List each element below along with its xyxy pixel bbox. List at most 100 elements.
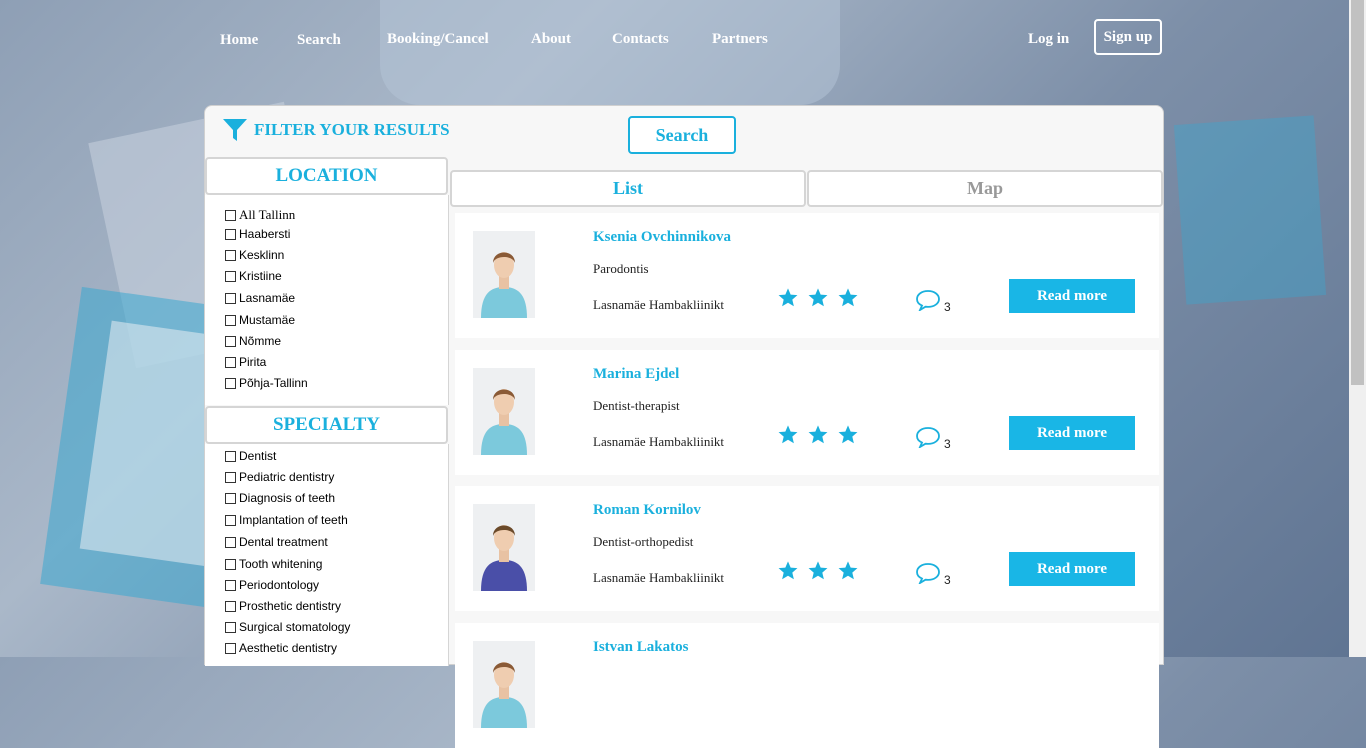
doctor-card: Roman Kornilov Dentist-orthopedist Lasnamä… (455, 486, 1159, 611)
location-checkbox[interactable] (225, 356, 236, 368)
comment-icon (915, 562, 941, 587)
location-option-label: Kesklinn (239, 248, 285, 262)
background-doctor-arms (380, 0, 840, 105)
specialty-list: Dentist Pediatric dentistry Diagnosis of t… (205, 444, 449, 666)
specialty-option-label: Aesthetic dentistry (239, 641, 338, 655)
specialty-option[interactable]: Pediatric dentistry (225, 470, 334, 484)
star-icon (837, 287, 859, 314)
star-icon (807, 424, 829, 451)
comment-icon (915, 426, 941, 451)
location-list: All Tallinn Haabersti Kesklinn Kristiine Las… (205, 195, 449, 405)
doctor-specialty: Dentist-therapist (593, 398, 680, 413)
location-checkbox[interactable] (225, 270, 236, 282)
location-option[interactable]: Mustamäe (225, 313, 295, 327)
doctor-photo (473, 231, 535, 318)
location-checkbox[interactable] (225, 314, 236, 326)
specialty-option-label: Tooth whitening (239, 557, 323, 571)
rating-stars (777, 560, 859, 587)
specialty-option[interactable]: Dentist (225, 449, 276, 463)
specialty-checkbox[interactable] (225, 600, 236, 612)
location-option-label: Lasnamäe (239, 291, 296, 305)
specialty-option[interactable]: Implantation of teeth (225, 513, 348, 527)
specialty-option[interactable]: Periodontology (225, 578, 319, 592)
location-option[interactable]: Põhja-Tallinn (225, 376, 308, 390)
background-right-folder (1173, 115, 1327, 305)
location-option[interactable]: Nõmme (225, 334, 281, 348)
specialty-option[interactable]: Prosthetic dentistry (225, 599, 341, 613)
doctor-photo (473, 504, 535, 591)
doctor-name[interactable]: Roman Kornilov (593, 502, 701, 519)
page-scrollbar[interactable] (1349, 0, 1366, 657)
doctor-name[interactable]: Istvan Lakatos (593, 639, 688, 656)
location-checkbox[interactable] (225, 228, 236, 240)
location-heading: LOCATION (205, 157, 448, 195)
doctor-card: Ksenia Ovchinnikova Parodontis Lasnamäe Ha… (455, 213, 1159, 338)
location-checkbox[interactable] (225, 292, 236, 304)
star-icon (777, 287, 799, 314)
comment-count-label: 3 (944, 573, 951, 587)
doctor-name[interactable]: Marina Ejdel (593, 366, 679, 383)
comments-count[interactable]: 3 (915, 562, 951, 587)
comment-count-label: 3 (944, 300, 951, 314)
location-checkbox[interactable] (225, 209, 236, 221)
specialty-option-label: Surgical stomatology (239, 620, 351, 634)
specialty-checkbox[interactable] (225, 492, 236, 504)
specialty-option-label: Dental treatment (239, 535, 328, 549)
nav-contacts-link[interactable]: Contacts (612, 31, 669, 48)
tab-list[interactable]: List (450, 170, 806, 207)
location-option[interactable]: All Tallinn (225, 207, 295, 223)
nav-partners-link[interactable]: Partners (712, 31, 768, 48)
read-more-button[interactable]: Read more (1009, 552, 1135, 586)
location-option[interactable]: Lasnamäe (225, 291, 295, 305)
scrollbar-thumb[interactable] (1351, 0, 1364, 385)
specialty-checkbox[interactable] (225, 642, 236, 654)
location-option-label: Haabersti (239, 227, 291, 241)
location-checkbox[interactable] (225, 249, 236, 261)
doctor-card: Istvan Lakatos (455, 623, 1159, 748)
rating-stars (777, 424, 859, 451)
location-option-label: Nõmme (239, 334, 282, 348)
doctor-photo (473, 641, 535, 728)
nav-home-link[interactable]: Home (220, 32, 258, 49)
specialty-option[interactable]: Aesthetic dentistry (225, 641, 337, 655)
specialty-checkbox[interactable] (225, 579, 236, 591)
search-button[interactable]: Search (628, 116, 736, 154)
doctor-photo (473, 368, 535, 455)
location-option-label: Pirita (239, 355, 267, 369)
specialty-checkbox[interactable] (225, 471, 236, 483)
comment-count-label: 3 (944, 437, 951, 451)
specialty-option-label: Prosthetic dentistry (239, 599, 342, 613)
doctor-specialty: Parodontis (593, 261, 649, 276)
specialty-option-label: Diagnosis of teeth (239, 491, 336, 505)
location-checkbox[interactable] (225, 377, 236, 389)
specialty-option[interactable]: Diagnosis of teeth (225, 491, 335, 505)
location-option[interactable]: Haabersti (225, 227, 290, 241)
nav-booking-link[interactable]: Booking/Cancel (387, 31, 489, 48)
location-option[interactable]: Pirita (225, 355, 266, 369)
comments-count[interactable]: 3 (915, 426, 951, 451)
nav-search-link[interactable]: Search (297, 32, 341, 49)
nav-about-link[interactable]: About (531, 31, 571, 48)
specialty-checkbox[interactable] (225, 536, 236, 548)
location-option-label: Kristiine (239, 269, 282, 283)
signup-button[interactable]: Sign up (1094, 19, 1162, 55)
comments-count[interactable]: 3 (915, 289, 951, 314)
read-more-button[interactable]: Read more (1009, 416, 1135, 450)
specialty-checkbox[interactable] (225, 621, 236, 633)
tab-map[interactable]: Map (807, 170, 1163, 207)
rating-stars (777, 287, 859, 314)
specialty-option[interactable]: Tooth whitening (225, 557, 322, 571)
location-option[interactable]: Kesklinn (225, 248, 284, 262)
location-option[interactable]: Kristiine (225, 269, 282, 283)
specialty-checkbox[interactable] (225, 450, 236, 462)
specialty-option[interactable]: Dental treatment (225, 535, 328, 549)
specialty-checkbox[interactable] (225, 514, 236, 526)
specialty-option[interactable]: Surgical stomatology (225, 620, 350, 634)
read-more-button[interactable]: Read more (1009, 279, 1135, 313)
specialty-checkbox[interactable] (225, 558, 236, 570)
doctor-name[interactable]: Ksenia Ovchinnikova (593, 229, 731, 246)
login-link[interactable]: Log in (1028, 31, 1069, 48)
location-checkbox[interactable] (225, 335, 236, 347)
star-icon (837, 560, 859, 587)
doctor-card: Marina Ejdel Dentist-therapist Lasnamäe Ha… (455, 350, 1159, 475)
